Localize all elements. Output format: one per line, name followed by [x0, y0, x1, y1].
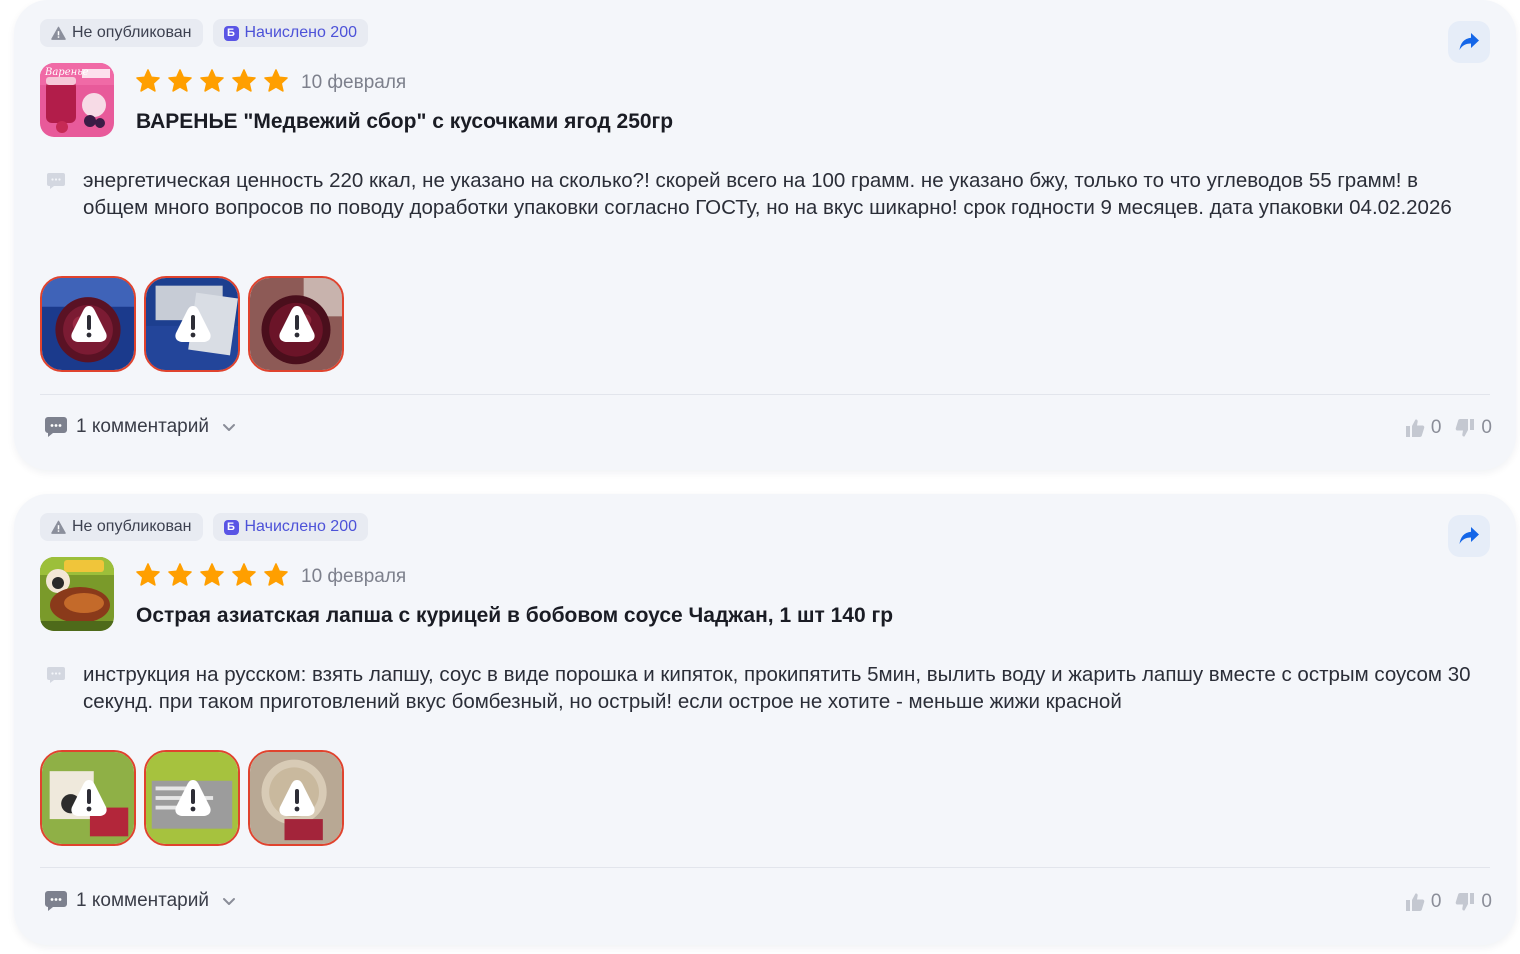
warning-icon: [279, 780, 315, 816]
product-title[interactable]: Острая азиатская лапша с курицей в бобов…: [136, 604, 893, 628]
likes-count: 0: [1430, 891, 1442, 912]
chevron-down-icon: [222, 898, 235, 905]
rating-stars: [135, 68, 289, 94]
review-photo[interactable]: [248, 750, 344, 846]
divider: [40, 394, 1490, 395]
message-icon: [47, 173, 65, 189]
points-badge-label: Начислено 200: [244, 518, 357, 535]
star-icon: [264, 69, 288, 92]
dislike-button[interactable]: 0: [1455, 891, 1492, 913]
warning-icon: [51, 520, 66, 534]
warning-icon: [175, 780, 211, 816]
star-icon: [264, 563, 288, 586]
star-icon: [168, 563, 192, 586]
review-votes: 0 0: [1405, 891, 1492, 913]
review-photo[interactable]: [248, 276, 344, 372]
comment-icon: [45, 417, 67, 437]
share-arrow-icon: [1459, 527, 1479, 544]
comment-icon: [45, 891, 67, 911]
dislikes-count: 0: [1481, 891, 1492, 912]
review-card: Не опубликован Б Начислено 200 Варенье 1: [14, 0, 1516, 470]
noodle-pack-image: [40, 557, 114, 631]
thumbs-up-icon: [1405, 419, 1425, 437]
like-button[interactable]: 0: [1405, 417, 1442, 439]
share-arrow-icon: [1459, 33, 1479, 50]
star-icon: [232, 69, 256, 92]
divider: [40, 867, 1490, 868]
bonus-icon: Б: [223, 25, 239, 41]
warning-icon: [175, 306, 211, 342]
review-photo[interactable]: [40, 750, 136, 846]
review-date: 10 февраля: [301, 72, 407, 93]
comments-label: 1 комментарий: [76, 416, 209, 437]
warning-icon: [71, 780, 107, 816]
like-button[interactable]: 0: [1405, 891, 1442, 913]
star-icon: [200, 69, 224, 92]
comments-label: 1 комментарий: [76, 890, 209, 911]
review-photo[interactable]: [144, 750, 240, 846]
review-photo[interactable]: [40, 276, 136, 372]
bonus-icon: Б: [223, 519, 239, 535]
star-icon: [232, 563, 256, 586]
comments-toggle[interactable]: 1 комментарий: [44, 890, 237, 912]
star-icon: [168, 69, 192, 92]
status-badge: Не опубликован: [40, 513, 203, 541]
product-title[interactable]: ВАРЕНЬЕ "Медвежий сбор" с кусочками ягод…: [136, 110, 673, 134]
warning-icon: [279, 306, 315, 342]
star-icon: [136, 563, 160, 586]
share-button[interactable]: [1448, 21, 1490, 63]
status-badge: Не опубликован: [40, 19, 203, 47]
likes-count: 0: [1430, 417, 1442, 438]
review-text: энергетическая ценность 220 ккал, не ука…: [83, 169, 1452, 219]
review-date: 10 февраля: [301, 566, 407, 587]
points-badge: Б Начислено 200: [212, 19, 368, 47]
product-thumbnail[interactable]: [40, 557, 114, 631]
review-photos: [40, 276, 344, 372]
rating-stars: [135, 562, 289, 588]
review-photo[interactable]: [144, 276, 240, 372]
message-icon: [47, 667, 65, 683]
status-badge-label: Не опубликован: [72, 24, 192, 41]
share-button[interactable]: [1448, 515, 1490, 557]
status-badge-label: Не опубликован: [72, 518, 192, 535]
review-badges: Не опубликован Б Начислено 200: [40, 19, 368, 47]
product-thumbnail[interactable]: Варенье: [40, 63, 114, 137]
warning-icon: [51, 26, 66, 40]
dislike-button[interactable]: 0: [1455, 417, 1492, 439]
review-votes: 0 0: [1405, 417, 1492, 439]
review-photos: [40, 750, 344, 846]
chevron-down-icon: [222, 424, 235, 431]
warning-icon: [71, 306, 107, 342]
review-text: инструкция на русском: взять лапшу, соус…: [83, 663, 1471, 713]
review-badges: Не опубликован Б Начислено 200: [40, 513, 368, 541]
product-image-caption: Варенье: [45, 67, 89, 78]
points-badge-label: Начислено 200: [244, 24, 357, 41]
points-badge: Б Начислено 200: [212, 513, 368, 541]
star-icon: [200, 563, 224, 586]
thumbs-down-icon: [1456, 893, 1475, 911]
star-icon: [136, 69, 160, 92]
comments-toggle[interactable]: 1 комментарий: [44, 416, 237, 438]
thumbs-down-icon: [1456, 419, 1475, 437]
review-card: Не опубликован Б Начислено 200 10 феврал…: [14, 494, 1516, 945]
thumbs-up-icon: [1405, 893, 1425, 911]
dislikes-count: 0: [1481, 417, 1492, 438]
